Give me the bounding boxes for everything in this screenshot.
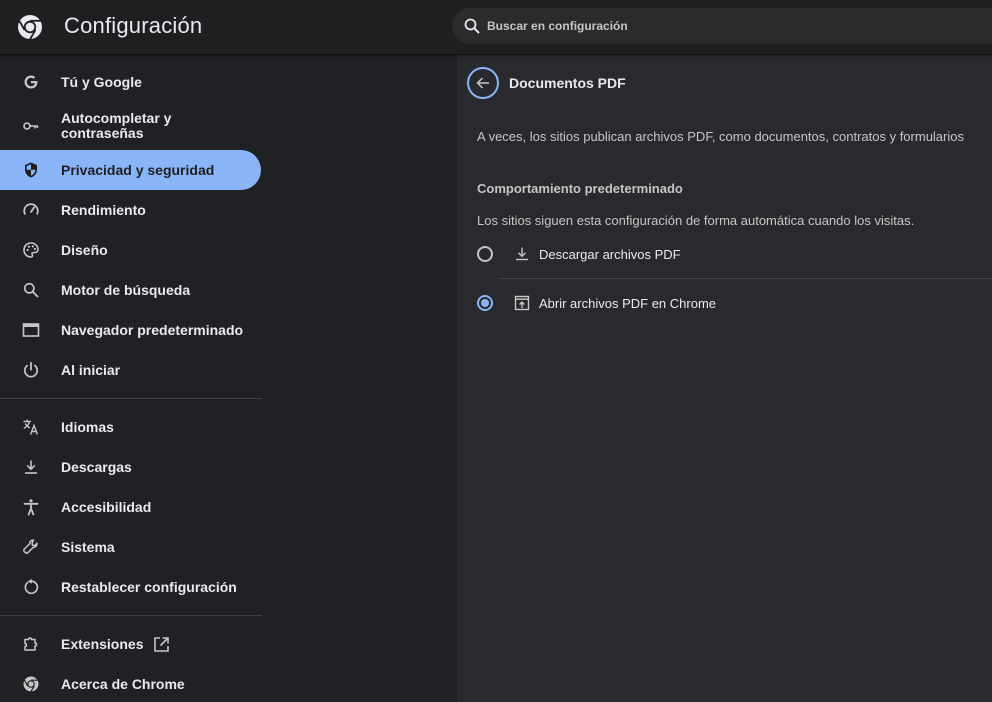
sidebar-item-label: Navegador predeterminado [61,321,244,338]
app-title: Configuración [64,13,203,38]
sidebar-item-about-chrome[interactable]: Acerca de Chrome [0,664,261,702]
download-icon [25,460,37,474]
sidebar-item-label: Acerca de Chrome [61,675,185,692]
sidebar-item-reset-settings[interactable]: Restablecer configuración [0,567,261,607]
search-icon [23,282,39,298]
option-label: Abrir archivos PDF en Chrome [539,296,716,311]
sidebar-item-search-engine[interactable]: Motor de búsqueda [0,270,261,310]
reset-icon [24,578,39,595]
option-download-pdf[interactable]: Descargar archivos PDF [477,234,992,274]
sidebar-item-on-startup[interactable]: Al iniciar [0,350,261,390]
sidebar-divider [0,398,262,399]
speedometer-icon [23,203,39,215]
sidebar-item-system[interactable]: Sistema [0,527,261,567]
sidebar-item-label: Descargas [61,458,132,475]
download-icon [516,247,528,261]
section-description: Los sitios siguen esta configuración de … [477,213,915,228]
sidebar-item-label: Accesibilidad [61,498,152,515]
radio-download-pdf[interactable] [477,246,493,262]
puzzle-icon [24,637,38,651]
sidebar-item-label: Idiomas [61,418,114,435]
palette-icon [23,242,39,258]
sidebar-item-label: Rendimiento [61,201,146,218]
power-icon [23,361,39,378]
section-heading: Comportamiento predeterminado [477,181,683,196]
open-in-browser-icon [514,295,530,311]
sidebar-item-label: Al iniciar [61,361,121,378]
open-in-new-icon [154,637,169,652]
search-box[interactable] [452,8,992,44]
sidebar-item-label: Motor de búsqueda [61,281,191,298]
option-label: Descargar archivos PDF [539,247,681,262]
sidebar-item-performance[interactable]: Rendimiento [0,190,261,230]
option-open-pdf-in-chrome[interactable]: Abrir archivos PDF en Chrome [477,283,992,323]
sidebar-item-label: Sistema [61,538,115,555]
option-separator [498,278,992,279]
chrome-icon [23,676,39,693]
sidebar-item-extensions[interactable]: Extensiones [0,624,261,664]
sidebar-item-appearance[interactable]: Diseño [0,230,261,270]
sidebar-item-languages[interactable]: Idiomas [0,407,261,447]
sidebar-divider [0,615,262,616]
wrench-icon [23,539,38,554]
page-title: Documentos PDF [509,75,626,91]
chrome-logo-icon [18,15,42,40]
sidebar-item-autofill[interactable]: Autocompletar y contraseñas [0,105,261,147]
sidebar-item-label: Tú y Google [61,73,142,90]
sidebar-item-label: Privacidad y seguridad [61,161,215,178]
sidebar-item-label: Diseño [61,241,108,258]
shield-icon [25,162,37,178]
back-button[interactable] [467,67,499,99]
sidebar-item-default-browser[interactable]: Navegador predeterminado [0,310,261,350]
key-icon [23,122,39,130]
browser-window-icon [22,323,40,337]
main-panel: Documentos PDF A veces, los sitios publi… [457,54,992,702]
sidebar-item-you-and-google[interactable]: Tú y Google [0,62,261,102]
google-g-icon [24,75,38,89]
top-toolbar: Configuración [0,0,992,54]
radio-open-pdf-in-chrome[interactable] [477,295,493,311]
search-input[interactable] [487,19,907,33]
translate-icon [23,419,39,435]
sidebar-item-label: Restablecer configuración [61,578,237,595]
sidebar: Tú y Google Autocompletar y contraseñas … [0,54,263,702]
search-icon [464,18,480,34]
sidebar-item-label: Autocompletar y contraseñas [61,110,172,141]
sidebar-item-downloads[interactable]: Descargas [0,447,261,487]
sidebar-item-privacy[interactable]: Privacidad y seguridad [0,150,261,190]
sidebar-item-accessibility[interactable]: Accesibilidad [0,487,261,527]
sidebar-item-label: Extensiones [61,635,144,652]
page-description: A veces, los sitios publican archivos PD… [477,129,964,144]
arrow-back-icon [476,77,489,89]
accessibility-icon [23,499,39,516]
